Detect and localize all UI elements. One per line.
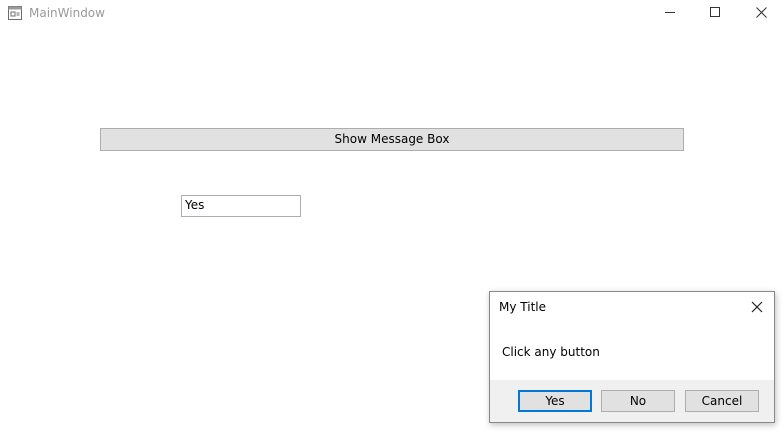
no-button[interactable]: No	[601, 390, 675, 412]
minimize-icon	[665, 12, 675, 13]
close-icon	[756, 7, 767, 18]
window-title: MainWindow	[29, 6, 105, 20]
maximize-button[interactable]	[692, 0, 738, 26]
show-message-box-button[interactable]: Show Message Box	[100, 128, 684, 151]
cancel-button[interactable]: Cancel	[685, 390, 759, 412]
yes-button[interactable]: Yes	[518, 390, 592, 412]
dialog-title: My Title	[499, 300, 546, 314]
dialog-button-bar: Yes No Cancel	[490, 380, 774, 422]
close-icon	[751, 301, 763, 313]
maximize-icon	[710, 7, 720, 17]
dialog-message: Click any button	[502, 345, 600, 359]
result-text-field[interactable]: Yes	[181, 195, 301, 217]
window-titlebar[interactable]: MainWindow	[0, 0, 784, 26]
message-box-dialog: My Title Click any button Yes No Cancel	[489, 291, 775, 423]
minimize-button[interactable]	[647, 0, 693, 26]
close-button[interactable]	[738, 0, 784, 26]
dialog-close-button[interactable]	[748, 298, 766, 316]
window-app-icon	[8, 5, 22, 20]
